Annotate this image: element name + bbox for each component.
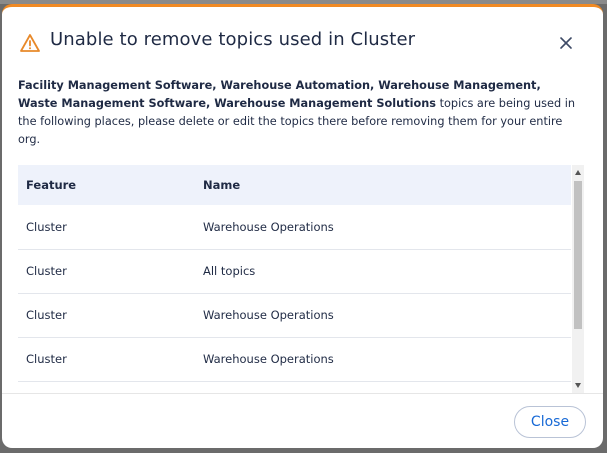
remove-topics-dialog: Unable to remove topics used in Cluster … [2,4,603,448]
dialog-title: Unable to remove topics used in Cluster [50,29,416,50]
usage-table-container: Feature Name Cluster Warehouse Operation… [18,165,584,393]
table-scrollbar[interactable] [572,165,584,393]
column-header-feature: Feature [26,178,77,192]
dialog-footer: Close [2,393,603,448]
name-cell [195,381,571,393]
feature-cell: Cluster [18,337,195,382]
table-row: Cluster Warehouse Operations [18,293,571,338]
dialog-description: Facility Management Software, Warehouse … [18,77,578,149]
name-cell: Warehouse Operations [195,205,571,250]
feature-cell: Cluster [18,205,195,250]
dialog-header: Unable to remove topics used in Cluster [2,7,603,79]
feature-cell: Cluster [18,249,195,294]
table-row: Cluster All topics [18,249,571,294]
close-button[interactable]: Close [514,406,586,438]
table-row: Cluster Warehouse Operations [18,337,571,382]
feature-cell [18,381,195,393]
table-row [18,381,571,393]
table-header-row: Feature Name [18,165,571,205]
table-row: Cluster Warehouse Operations [18,205,571,250]
scroll-up-arrow-icon[interactable] [575,170,581,175]
feature-cell: Cluster [18,293,195,338]
name-cell: Warehouse Operations [195,293,571,338]
scroll-down-arrow-icon[interactable] [575,383,581,388]
name-cell: All topics [195,249,571,294]
scroll-thumb[interactable] [574,181,582,329]
name-cell: Warehouse Operations [195,337,571,382]
column-header-name: Name [203,178,241,192]
warning-triangle-icon [20,34,40,52]
usage-table: Feature Name Cluster Warehouse Operation… [18,165,571,393]
close-icon[interactable] [558,35,574,51]
